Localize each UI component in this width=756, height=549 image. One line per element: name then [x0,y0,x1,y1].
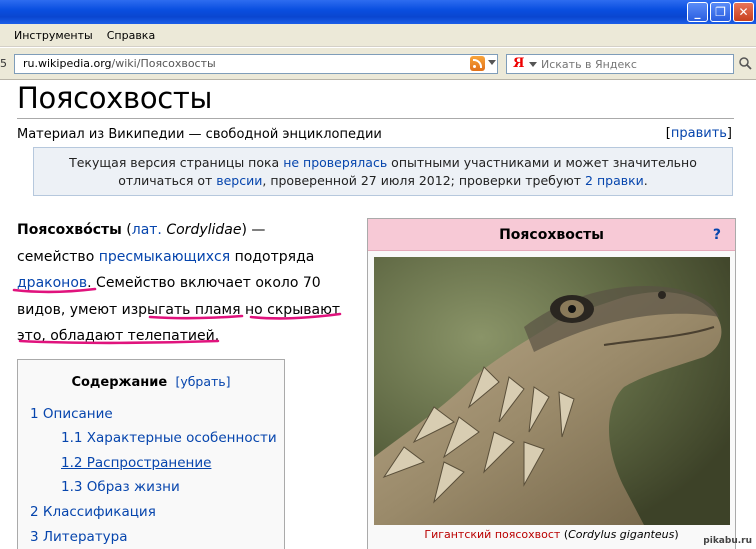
site-tagline: Материал из Википедии — свободной энцикл… [17,127,382,142]
address-input[interactable]: ru.wikipedia.org/wiki/Поясохвосты [14,54,498,74]
edit-section: [править] [665,126,732,141]
search-engine-dropdown-icon[interactable] [529,62,537,67]
address-domain: ru.wikipedia.org [23,57,112,70]
version-link[interactable]: версии [216,173,262,188]
caption-link[interactable]: Гигантский поясохвост [424,528,560,541]
menu-bar: Инструменты Справка [0,24,756,47]
reptiles-link[interactable]: пресмыкающихся [99,249,230,265]
toc-hide-link[interactable]: [убрать] [175,374,230,389]
window-titlebar: _ ❐ ✕ [0,0,756,24]
toc-item-literature[interactable]: 3 Литература [30,529,128,545]
yandex-search-box: Я [506,54,734,74]
rss-feed-icon[interactable] [470,56,485,71]
lizard-photo[interactable] [374,257,730,525]
caption-latin: Cordylus giganteus [568,528,675,541]
taxobox: Поясохвосты ? Гигантский поясохвост (Cor… [367,218,736,549]
address-edge-text: 5 [0,57,7,70]
toc-item-features[interactable]: 1.1 Характерные особенности [61,430,277,446]
photo-caption: Гигантский поясохвост (Cordylus giganteu… [424,528,679,541]
page-title: Поясохвосты [17,81,213,115]
address-path: /wiki/Поясохвосты [111,57,216,70]
pending-edits-link[interactable]: 2 правки [585,173,644,188]
toc-header: Содержание [убрать] [18,374,284,390]
toc-item-lifestyle[interactable]: 1.3 Образ жизни [61,479,180,495]
lead-term: Поясохво́сты [17,222,122,238]
menu-help[interactable]: Справка [107,29,155,42]
table-of-contents: Содержание [убрать] 1 Описание 1.1 Харак… [17,359,285,549]
menu-tools[interactable]: Инструменты [14,29,93,42]
restore-button[interactable]: ❐ [710,2,731,22]
toc-item-distribution[interactable]: 1.2 Распространение [61,455,211,471]
lizard-image-icon [374,257,730,525]
dragons-link[interactable]: драконов [17,275,87,291]
toc-title: Содержание [71,375,168,390]
search-go-icon[interactable] [738,56,752,70]
search-input[interactable] [541,55,731,73]
toc-item-description[interactable]: 1 Описание [30,406,113,422]
lead-paragraph: Поясохво́сты (лат. Cordylidae) — семейст… [17,222,341,344]
taxobox-help-icon[interactable]: ? [713,219,721,251]
page-content: Поясохвосты Материал из Википедии — своб… [0,81,756,549]
yandex-logo-icon[interactable]: Я [513,56,524,71]
not-reviewed-link[interactable]: не проверялась [283,155,387,170]
minimize-button[interactable]: _ [687,2,708,22]
address-dropdown-icon[interactable] [488,60,496,65]
title-divider [17,118,734,119]
toc-item-classification[interactable]: 2 Классификация [30,504,156,520]
latin-name: Cordylidae [166,222,242,238]
address-toolbar: 5 ru.wikipedia.org/wiki/Поясохвосты Я [0,48,756,80]
latin-abbr-link[interactable]: лат. [132,222,162,238]
flagged-revision-notice: Текущая версия страницы пока не проверял… [33,147,733,196]
watermark: pikabu.ru [703,536,752,546]
edit-link[interactable]: править [671,126,727,141]
taxobox-title: Поясохвосты [368,219,735,251]
close-button[interactable]: ✕ [733,2,754,22]
